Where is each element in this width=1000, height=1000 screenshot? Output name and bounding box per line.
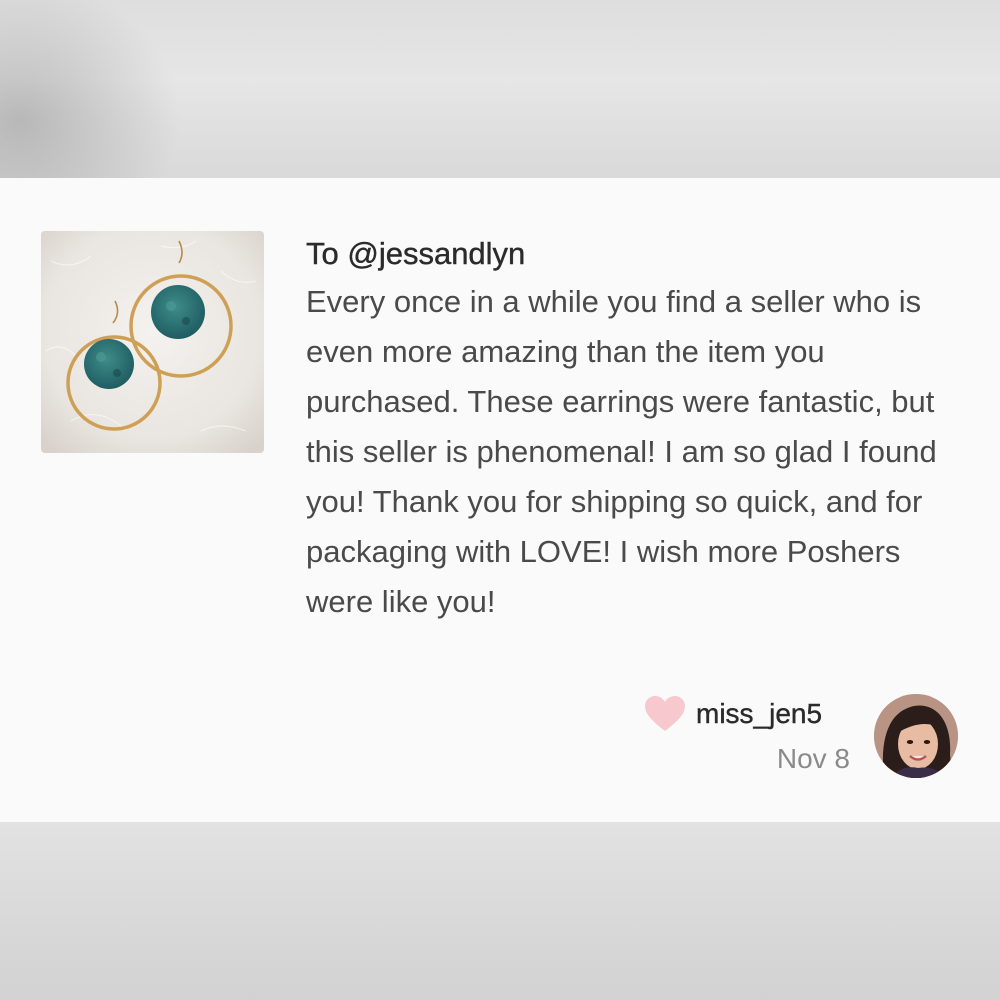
background-bottom <box>0 822 1000 1000</box>
earrings-photo-icon <box>41 231 264 453</box>
background-top <box>0 0 1000 178</box>
reviewer-username[interactable]: miss_jen5 <box>696 694 860 734</box>
heart-icon[interactable] <box>644 695 686 733</box>
avatar[interactable] <box>874 694 958 778</box>
review-recipient[interactable]: To @jessandlyn <box>306 232 976 276</box>
review-date: Nov 8 <box>776 743 850 774</box>
review-body: Every once in a while you find a seller … <box>306 284 937 619</box>
review-text-block: To @jessandlyn Every once in a while you… <box>306 232 976 627</box>
user-avatar-icon <box>874 694 958 778</box>
product-image[interactable] <box>41 231 264 453</box>
